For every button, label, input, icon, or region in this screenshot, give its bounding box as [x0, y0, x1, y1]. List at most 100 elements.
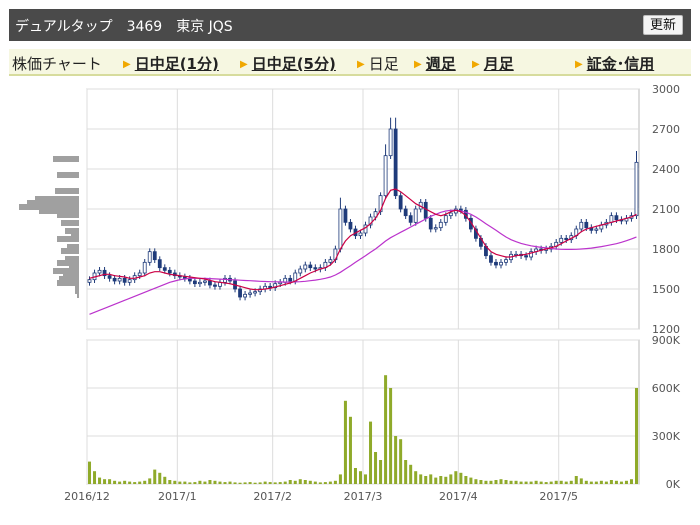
candle-body [388, 128, 393, 157]
candle-body [243, 293, 247, 298]
volume-bar [514, 480, 518, 484]
candle-body [594, 228, 599, 231]
volume-bar [589, 481, 593, 484]
volume-bar [484, 480, 488, 484]
volume-bar [218, 481, 222, 484]
volume-bar [268, 482, 272, 484]
candle-body [147, 251, 152, 263]
x-tick-label: 2017/2 [253, 490, 292, 503]
volume-bar [223, 482, 227, 484]
candle-body [167, 269, 172, 274]
candle-body [413, 208, 418, 223]
candle-body [162, 267, 167, 271]
volume-bar [263, 481, 267, 484]
candle-body [248, 292, 252, 295]
volume-bar [343, 400, 347, 484]
volume-bar [93, 471, 97, 484]
volume-bar [133, 482, 137, 484]
volume-bar [534, 480, 538, 484]
volume-bar [474, 479, 478, 484]
volume-profile-bar [77, 292, 79, 298]
volume-y-tick-label: 900K [652, 334, 681, 347]
volume-bar [248, 482, 252, 484]
candle-body [448, 212, 453, 217]
price-y-tick-label: 2700 [652, 123, 680, 136]
candle-body [328, 259, 333, 263]
volume-bar [288, 480, 292, 484]
candle-body [614, 215, 619, 221]
candle-body [182, 276, 187, 279]
volume-y-tick-label: 600K [652, 382, 681, 395]
volume-bar [444, 476, 448, 484]
price-y-tick-label: 2100 [652, 203, 680, 216]
volume-bar [374, 452, 378, 484]
candle-body [443, 215, 448, 223]
volume-bar [228, 481, 232, 484]
x-tick-label: 2017/5 [539, 490, 578, 503]
candle-body [343, 208, 348, 223]
volume-bar [293, 480, 297, 484]
volume-bar [118, 481, 122, 484]
candle-body [559, 237, 564, 243]
volume-bar [629, 479, 633, 484]
volume-bar [88, 461, 92, 484]
volume-bar [273, 482, 277, 484]
candle-body [238, 288, 242, 298]
volume-bar [599, 480, 603, 484]
volume-bar [624, 480, 628, 484]
volume-bar [579, 478, 583, 484]
volume-bar [98, 477, 102, 484]
stock-chart: 3000270024002100180015001200900K600K300K… [19, 83, 681, 503]
volume-profile-bar [57, 236, 79, 242]
volume-profile-bar [61, 248, 79, 254]
candle-body [609, 215, 614, 223]
candle-body [358, 232, 363, 237]
volume-y-tick-label: 0K [666, 478, 681, 491]
volume-bar [569, 480, 573, 484]
volume-bar [434, 477, 438, 484]
volume-bar [178, 481, 182, 484]
volume-bar [128, 481, 132, 484]
volume-bar [358, 471, 362, 484]
volume-bar [564, 481, 568, 484]
price-y-tick-label: 2400 [652, 163, 680, 176]
volume-bar [439, 476, 443, 484]
volume-bar [409, 464, 413, 484]
candle-body [313, 267, 318, 270]
volume-bar [278, 482, 282, 484]
volume-bar [499, 479, 503, 484]
volume-bar [369, 421, 373, 484]
volume-profile-bar [55, 188, 79, 194]
x-tick-label: 2017/4 [439, 490, 478, 503]
candle-body [579, 221, 584, 230]
candle-body [398, 195, 403, 210]
volume-bar [394, 436, 398, 484]
volume-bar [148, 478, 152, 484]
volume-bar [183, 481, 187, 484]
volume-profile-bar [61, 220, 79, 226]
volume-bar [163, 476, 167, 484]
candle-body [634, 161, 639, 217]
volume-bar [143, 480, 147, 484]
volume-bar [103, 479, 107, 484]
price-y-tick-label: 1800 [652, 243, 680, 256]
volume-bar [364, 474, 368, 484]
volume-bar [353, 468, 357, 484]
candle-body [208, 280, 212, 286]
volume-bar [173, 480, 177, 484]
volume-bar [208, 480, 212, 484]
volume-bar [504, 480, 508, 484]
volume-bar [328, 481, 332, 484]
volume-y-tick-label: 300K [652, 430, 681, 443]
volume-bar [634, 388, 638, 484]
candle-body [428, 217, 433, 230]
volume-bar [414, 471, 418, 484]
price-y-tick-label: 1500 [652, 283, 680, 296]
candle-body [117, 277, 122, 282]
volume-bar [614, 480, 618, 484]
volume-bar [554, 480, 558, 484]
volume-bar [509, 480, 513, 484]
volume-bar [524, 481, 528, 484]
candle-body [408, 215, 413, 223]
volume-bar [338, 474, 342, 484]
